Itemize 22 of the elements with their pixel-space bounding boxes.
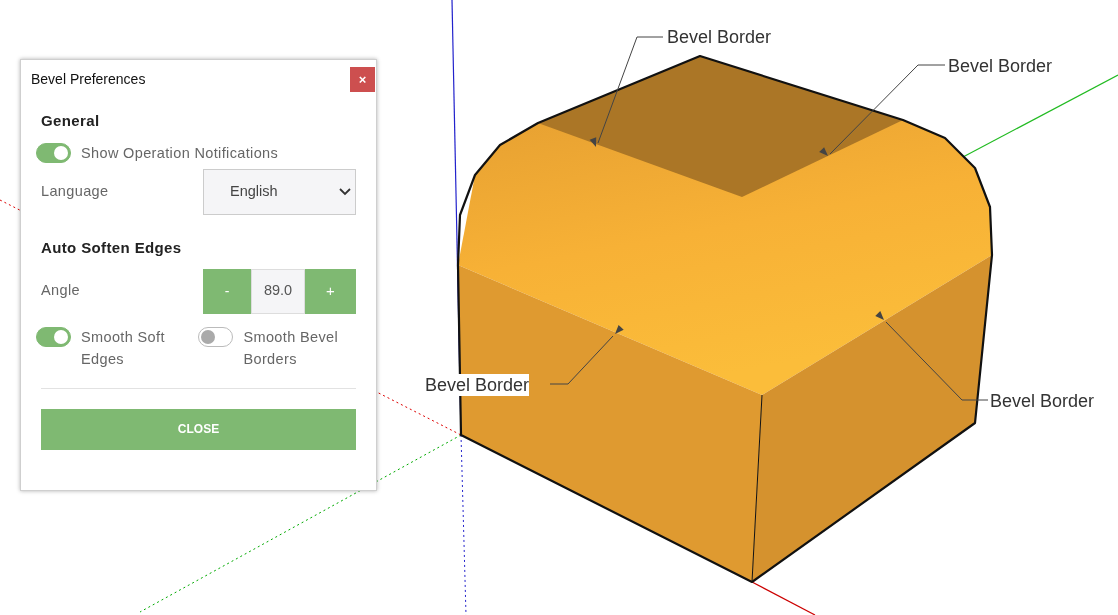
angle-label: Angle bbox=[41, 281, 80, 301]
chevron-down-icon bbox=[339, 188, 351, 197]
toggle-label: Smooth Soft Edges bbox=[81, 327, 166, 369]
toggle-label: Smooth Bevel Borders bbox=[243, 327, 340, 369]
annotation-label: Bevel Border bbox=[990, 390, 1095, 412]
toggle-label: Show Operation Notifications bbox=[81, 143, 279, 163]
section-heading: Auto Soften Edges bbox=[41, 238, 183, 259]
increment-button[interactable]: + bbox=[305, 268, 356, 314]
close-button[interactable]: CLOSE bbox=[41, 408, 356, 450]
toggle-switch[interactable] bbox=[36, 143, 71, 164]
annotation-label: Bevel Border bbox=[948, 55, 1053, 77]
annotation-label: Bevel Border bbox=[667, 26, 772, 48]
dialog-title: Bevel Preferences bbox=[31, 69, 146, 89]
annotation-label: Bevel Border bbox=[425, 374, 530, 396]
section-heading: General bbox=[41, 111, 101, 131]
angle-input[interactable]: 89.0 bbox=[251, 268, 305, 314]
language-dropdown[interactable]: English bbox=[203, 169, 356, 216]
language-label: Language bbox=[41, 182, 109, 202]
close-button[interactable]: × bbox=[350, 66, 375, 92]
toggle-switch[interactable] bbox=[36, 326, 71, 347]
toggle-switch[interactable] bbox=[198, 326, 234, 347]
decrement-button[interactable]: - bbox=[203, 268, 251, 314]
